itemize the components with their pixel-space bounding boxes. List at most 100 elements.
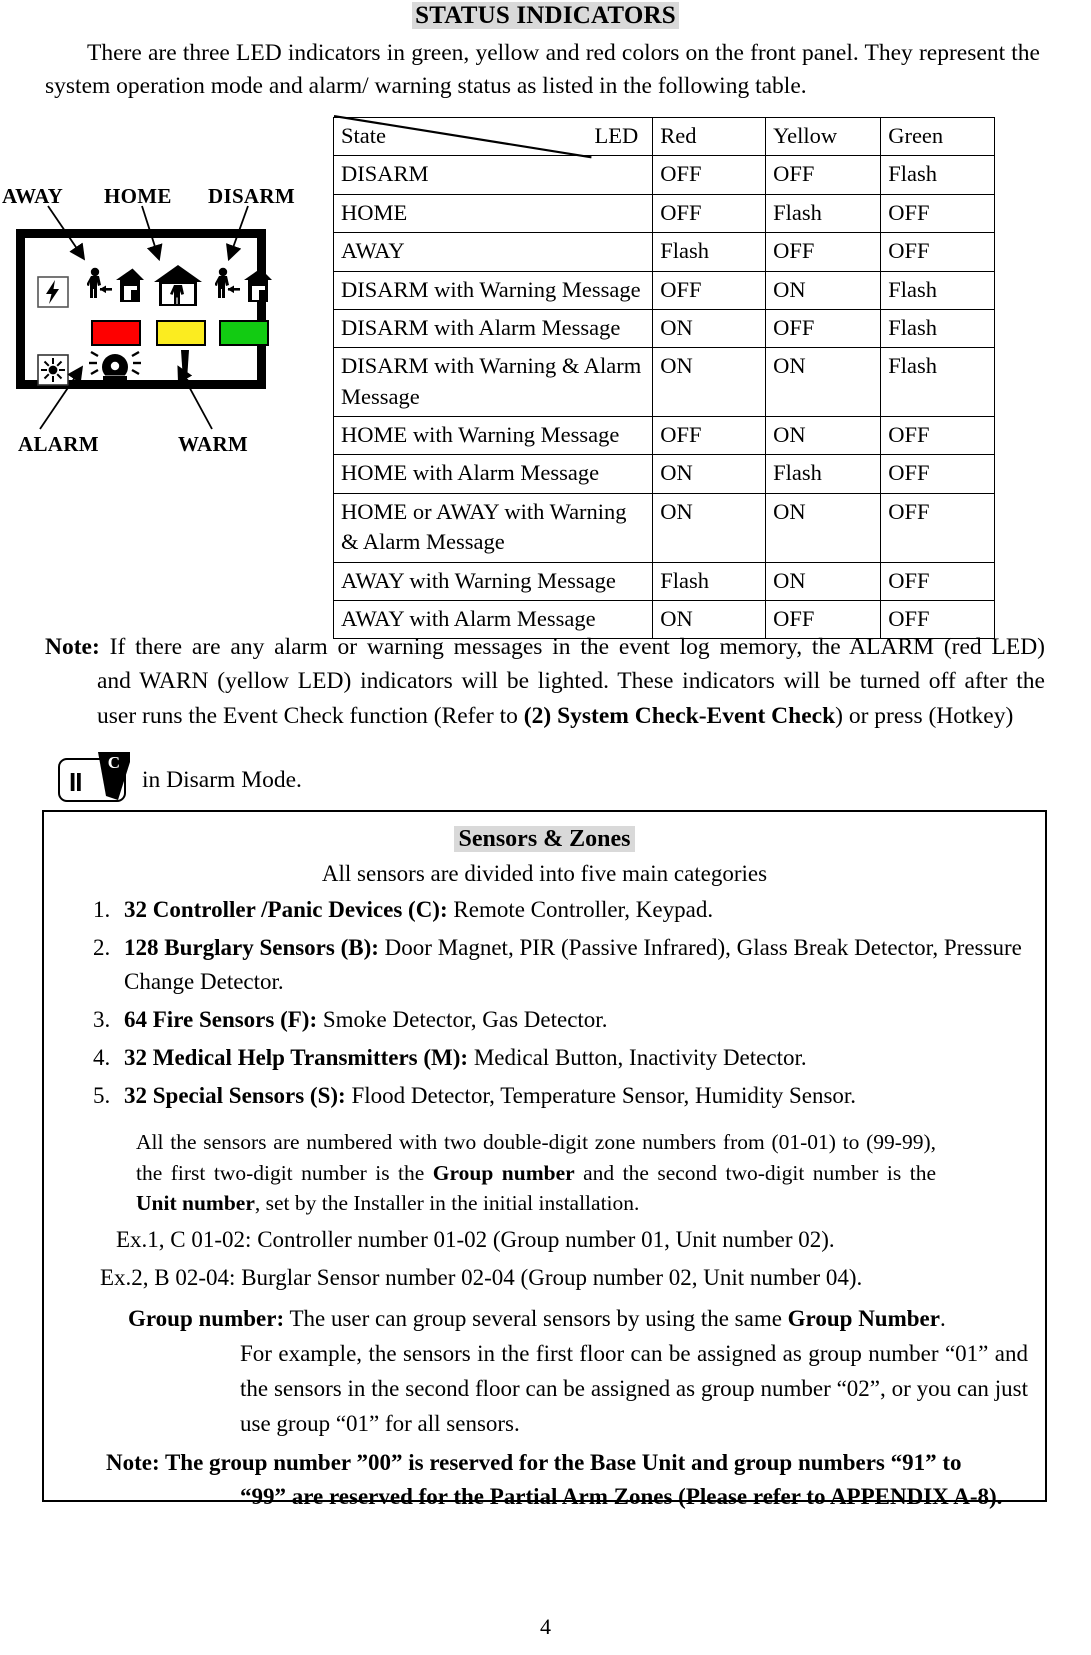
group-note-line-2: “99” are reserved for the Partial Arm Zo… <box>240 1484 1003 1510</box>
cell-green: OFF <box>880 232 995 272</box>
cell-green: Flash <box>880 347 995 417</box>
led-green <box>219 320 269 346</box>
group-number-heading-line: Group number: The user can group several… <box>128 1302 1028 1337</box>
group-number-text-b: . <box>939 1305 946 1331</box>
cell-yellow: Flash <box>765 193 882 234</box>
cell-yellow: ON <box>765 561 882 601</box>
category-bold-label: 32 Special Sensors (S): <box>124 1083 346 1109</box>
example-line-2: Ex.2, B 02-04: Burglar Sensor number 02-… <box>100 1265 863 1291</box>
cell-yellow: Flash <box>765 454 882 494</box>
sensors-section-title: Sensors & Zones <box>58 826 1031 853</box>
header-cell-red: Red <box>652 116 767 157</box>
example-line-1: Ex.1, C 01-02: Controller number 01-02 (… <box>116 1226 835 1252</box>
unit-number-bold: Unit number <box>136 1191 255 1216</box>
zone-numbering-paragraph: All the sensors are numbered with two do… <box>136 1127 936 1219</box>
hotkey-superscript-c: C <box>107 753 120 772</box>
header-label-led: LED <box>594 123 639 148</box>
hotkey-pause-glyph: II <box>69 767 82 797</box>
page-number: 4 <box>540 1614 551 1639</box>
sensors-subtitle: All sensors are divided into five main c… <box>321 861 768 886</box>
page-title-text: STATUS INDICATORS <box>412 2 679 29</box>
numbering-text-3: , set by the Installer in the initial in… <box>254 1191 640 1216</box>
category-detail: Flood Detector, Temperature Sensor, Humi… <box>345 1083 857 1109</box>
document-page: STATUS INDICATORS There are three LED in… <box>0 2 1091 1655</box>
cell-yellow: ON <box>765 347 882 417</box>
cell-state: HOME with Warning Message <box>332 415 654 456</box>
led-yellow <box>156 320 206 346</box>
group-number-note: Note: The group number ”00” is reserved … <box>106 1446 1016 1515</box>
header-cell-state-led: State LED <box>332 114 654 159</box>
cell-green: OFF <box>880 193 995 234</box>
cell-red: ON <box>652 308 767 349</box>
category-detail: Medical Button, Inactivity Detector. <box>468 1045 807 1071</box>
header-cell-yellow: Yellow <box>765 116 882 157</box>
diagram-label-disarm: DISARM <box>208 184 295 208</box>
diagram-label-alarm: ALARM <box>18 432 99 456</box>
cell-yellow: ON <box>765 492 882 563</box>
group-note-line-1: Note: The group number ”00” is reserved … <box>106 1449 962 1475</box>
cell-green: OFF <box>880 454 995 494</box>
header-label-state: State <box>341 123 386 148</box>
cell-state: HOME <box>332 193 654 234</box>
sun-starburst-icon <box>37 354 69 391</box>
list-item: 64 Fire Sensors (F): Smoke Detector, Gas… <box>116 1003 1031 1037</box>
sensors-and-zones-box: Sensors & Zones All sensors are divided … <box>42 810 1047 1509</box>
cell-red: Flash <box>652 232 767 272</box>
hotkey-trailing-text: in Disarm Mode. <box>142 766 302 793</box>
led-status-table-wrapper: State LED Red Yellow Green DISARM OFF OF… <box>332 114 995 640</box>
cell-green: OFF <box>880 492 995 563</box>
table-row: DISARM with Warning & Alarm Message ON O… <box>332 347 995 417</box>
list-item: 32 Controller /Panic Devices (C): Remote… <box>116 893 1031 927</box>
cell-red: OFF <box>652 155 767 195</box>
table-row: AWAY Flash OFF OFF <box>332 232 995 272</box>
list-item: 32 Medical Help Transmitters (M): Medica… <box>116 1041 1031 1075</box>
cell-red: ON <box>652 347 767 417</box>
note-line-2: and WARN (yellow LED) indicators will be… <box>97 668 1045 695</box>
category-detail: Remote Controller, Keypad. <box>447 897 714 922</box>
cell-green: OFF <box>880 415 995 456</box>
note-text-3a: user runs the Event Check function (Refe… <box>97 702 524 729</box>
cell-state: HOME with Alarm Message <box>332 454 654 494</box>
category-bold-label: 128 Burglary Sensors (B): <box>124 935 379 961</box>
led-status-table: State LED Red Yellow Green DISARM OFF OF… <box>332 114 995 640</box>
group-number-bold: Group number <box>432 1160 575 1185</box>
cell-state: AWAY <box>332 232 654 272</box>
table-row: AWAY with Warning Message Flash ON OFF <box>332 561 995 601</box>
cell-yellow: OFF <box>765 155 882 195</box>
group-number-inline-bold: Group Number <box>787 1305 940 1331</box>
note-text-3b: ) or press (Hotkey) <box>835 702 1014 729</box>
note-text-1: If there are any alarm or warning messag… <box>109 634 1045 660</box>
category-detail: Smoke Detector, Gas Detector. <box>317 1007 608 1033</box>
hotkey-pause-button-icon[interactable]: II C <box>58 752 130 802</box>
cell-red: Flash <box>652 561 767 601</box>
cell-state: DISARM with Warning & Alarm Message <box>332 347 654 417</box>
cell-state: HOME or AWAY with Warning & Alarm Messag… <box>332 492 654 563</box>
table-row: HOME with Alarm Message ON Flash OFF <box>332 454 995 494</box>
cell-red: ON <box>652 492 767 563</box>
sensors-section-title-text: Sensors & Zones <box>454 826 635 852</box>
group-number-explanation: Group number: The user can group several… <box>128 1302 1028 1442</box>
category-bold-label: 32 Medical Help Transmitters (M): <box>124 1045 469 1071</box>
table-row: HOME with Warning Message OFF ON OFF <box>332 415 995 456</box>
front-panel-diagram: AWAY HOME DISARM ALARM WARM <box>0 174 320 464</box>
diagram-label-home: HOME <box>104 184 172 208</box>
led-red <box>91 320 141 346</box>
table-row: HOME OFF Flash OFF <box>332 193 995 234</box>
sensor-categories-list: 32 Controller /Panic Devices (C): Remote… <box>58 893 1031 1113</box>
note-block: Note: If there are any alarm or warning … <box>45 630 1045 733</box>
intro-paragraph: There are three LED indicators in green,… <box>45 39 1040 100</box>
table-row: DISARM OFF OFF Flash <box>332 155 995 195</box>
table-header-row: State LED Red Yellow Green <box>332 114 995 159</box>
panel-bezel <box>16 229 272 391</box>
group-number-text-a: The user can group several sensors by us… <box>284 1305 788 1331</box>
category-bold-label: 64 Fire Sensors (F): <box>124 1007 318 1033</box>
cell-green: OFF <box>880 561 995 601</box>
cell-state: DISARM <box>332 155 654 195</box>
note-reference-bold: (2) System Check-Event Check <box>523 702 836 729</box>
diagram-label-warm: WARM <box>178 432 249 456</box>
diagram-label-away: AWAY <box>2 184 64 208</box>
cell-state: AWAY with Warning Message <box>332 561 654 601</box>
table-row: DISARM with Alarm Message ON OFF Flash <box>332 308 995 349</box>
cell-red: OFF <box>652 415 767 456</box>
cell-green: Flash <box>880 308 995 349</box>
